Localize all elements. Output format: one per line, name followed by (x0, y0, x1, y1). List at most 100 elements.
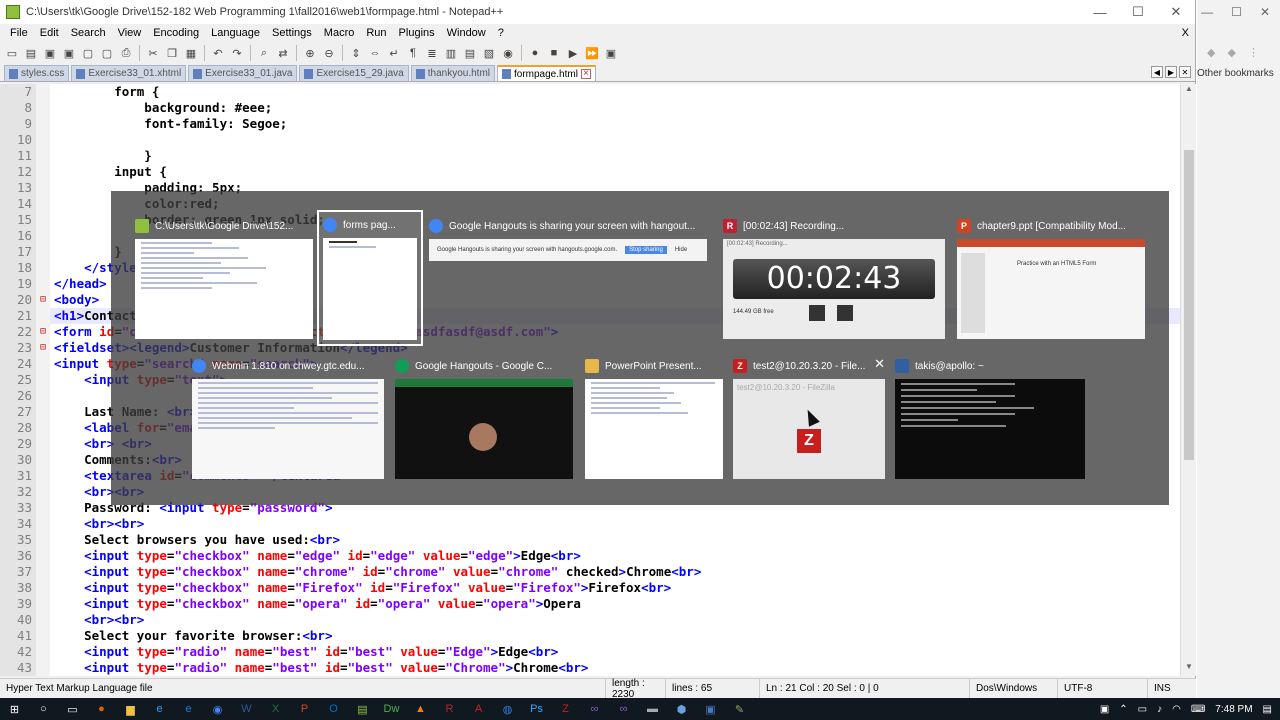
code-line[interactable]: 40 <br><br> (0, 612, 1180, 628)
tab-scroll-right-icon[interactable]: ▶ (1165, 66, 1177, 78)
code-line[interactable]: 38 <input type="checkbox" name="Firefox"… (0, 580, 1180, 596)
close-thumb-icon[interactable]: ✕ (874, 356, 885, 372)
redo-icon[interactable]: ↷ (229, 45, 245, 61)
code-line[interactable]: 34 <br><br> (0, 516, 1180, 532)
code-line[interactable]: 41 Select your favorite browser:<br> (0, 628, 1180, 644)
fold-marker[interactable] (36, 452, 50, 468)
chrome-minimize-button[interactable]: — (1201, 5, 1213, 19)
play-macro-icon[interactable]: ▶ (565, 45, 581, 61)
fold-marker[interactable] (36, 564, 50, 580)
wifi-icon[interactable]: ◠ (1172, 704, 1181, 715)
replace-icon[interactable]: ⇄ (275, 45, 291, 61)
file-tab[interactable]: styles.css (4, 65, 70, 81)
maximize-button[interactable]: ☐ (1119, 4, 1157, 20)
vlc-icon[interactable]: ▲ (406, 698, 435, 720)
code-line[interactable]: 42 <input type="radio" name="best" id="b… (0, 644, 1180, 660)
close-document-button[interactable]: X (1176, 27, 1195, 39)
sync-horizontal-icon[interactable]: ⇔ (367, 45, 383, 61)
fold-marker[interactable]: ⊟ (36, 292, 50, 308)
code-line[interactable]: 35 Select browsers you have used:<br> (0, 532, 1180, 548)
fold-marker[interactable] (36, 148, 50, 164)
function-list-icon[interactable]: ▤ (462, 45, 478, 61)
fold-marker[interactable] (36, 500, 50, 516)
task-thumb-hangouts[interactable]: Google Hangouts - Google C... (391, 353, 577, 483)
clock[interactable]: 7:48 PM (1215, 704, 1252, 715)
menu-item-edit[interactable]: Edit (34, 27, 65, 39)
fold-marker[interactable] (36, 404, 50, 420)
code-line[interactable]: 36 <input type="checkbox" name="edge" id… (0, 548, 1180, 564)
tab-scroll-left-icon[interactable]: ◀ (1151, 66, 1163, 78)
chrome-icon[interactable]: ◉ (203, 698, 232, 720)
menu-item-file[interactable]: File (4, 27, 34, 39)
app-icon[interactable]: ▬ (638, 698, 667, 720)
show-hidden-icons-icon[interactable]: ⌃ (1119, 704, 1127, 715)
scrollbar-thumb[interactable] (1184, 150, 1194, 460)
task-thumb-explorer[interactable]: PowerPoint Present... (581, 353, 727, 483)
fold-marker[interactable] (36, 212, 50, 228)
menu-item-run[interactable]: Run (360, 27, 392, 39)
extension-icon[interactable]: ◆ (1227, 46, 1235, 59)
file-tab[interactable]: thankyou.html (410, 65, 495, 81)
task-thumb-terminal[interactable]: takis@apollo: ~ (891, 353, 1089, 483)
putty-icon[interactable]: ▣ (696, 698, 725, 720)
close-button[interactable]: ✕ (1157, 4, 1195, 20)
word-wrap-icon[interactable]: ↵ (386, 45, 402, 61)
monitoring-icon[interactable]: ◉ (500, 45, 516, 61)
menu-item-macro[interactable]: Macro (318, 27, 361, 39)
ie-icon[interactable]: e (174, 698, 203, 720)
zoom-in-icon[interactable]: ⊕ (302, 45, 318, 61)
save-macro-icon[interactable]: ▣ (603, 45, 619, 61)
code-line[interactable]: 39 <input type="checkbox" name="opera" i… (0, 596, 1180, 612)
scroll-down-icon[interactable]: ▼ (1181, 662, 1197, 676)
menu-item-search[interactable]: Search (65, 27, 112, 39)
tab-list-close-icon[interactable]: ✕ (1179, 66, 1191, 78)
scroll-up-icon[interactable]: ▲ (1181, 84, 1197, 98)
file-tab[interactable]: Exercise33_01.xhtml (71, 65, 187, 81)
menu-item-language[interactable]: Language (205, 27, 266, 39)
fold-marker[interactable] (36, 548, 50, 564)
fold-marker[interactable] (36, 420, 50, 436)
menu-item-view[interactable]: View (112, 27, 148, 39)
fold-marker[interactable] (36, 228, 50, 244)
fold-marker[interactable]: ⊟ (36, 324, 50, 340)
fold-marker[interactable] (36, 244, 50, 260)
indent-guide-icon[interactable]: ≣ (424, 45, 440, 61)
fold-marker[interactable] (36, 484, 50, 500)
task-thumb-hangouts-sharing[interactable]: Google Hangouts is sharing your screen w… (425, 213, 711, 265)
print-icon[interactable]: ⎙ (118, 45, 134, 61)
task-thumb-forms-page[interactable]: forms pag... (317, 210, 423, 346)
open-file-icon[interactable]: ▤ (23, 45, 39, 61)
fold-marker[interactable] (36, 196, 50, 212)
fold-marker[interactable] (36, 532, 50, 548)
file-tab[interactable]: Exercise15_29.java (299, 65, 409, 81)
volume-icon[interactable]: ♪ (1157, 704, 1162, 715)
chrome-menu-icon[interactable]: ⋮ (1248, 46, 1259, 59)
notepadpp-icon[interactable]: ▤ (348, 698, 377, 720)
sync-vertical-icon[interactable]: ⇕ (348, 45, 364, 61)
dreamweaver-icon[interactable]: Dw (377, 698, 406, 720)
app-icon[interactable]: ✎ (725, 698, 754, 720)
fold-marker[interactable] (36, 596, 50, 612)
network-icon[interactable]: ▭ (1138, 704, 1147, 715)
task-thumb-webmin[interactable]: Webmin 1.810 on chwey.gtc.edu... (188, 353, 388, 483)
menu-item-?[interactable]: ? (492, 27, 510, 39)
zoom-out-icon[interactable]: ⊖ (321, 45, 337, 61)
fold-marker[interactable] (36, 436, 50, 452)
undo-icon[interactable]: ↶ (210, 45, 226, 61)
vertical-scrollbar[interactable]: ▲ ▼ (1180, 84, 1196, 676)
powerpoint-icon[interactable]: P (290, 698, 319, 720)
save-all-icon[interactable]: ▣ (61, 45, 77, 61)
fold-marker[interactable] (36, 660, 50, 676)
fold-marker[interactable] (36, 308, 50, 324)
fold-marker[interactable]: ⊟ (36, 340, 50, 356)
filezilla-icon[interactable]: Z (551, 698, 580, 720)
notifications-icon[interactable]: ▤ (1263, 704, 1272, 715)
visual-studio-code-icon[interactable]: ∞ (609, 698, 638, 720)
fold-marker[interactable] (36, 100, 50, 116)
play-multiple-icon[interactable]: ⏩ (584, 45, 600, 61)
fold-marker[interactable] (36, 260, 50, 276)
new-file-icon[interactable]: ▭ (4, 45, 20, 61)
fold-marker[interactable] (36, 164, 50, 180)
file-explorer-icon[interactable]: ▆ (116, 698, 145, 720)
copy-icon[interactable]: ❐ (164, 45, 180, 61)
